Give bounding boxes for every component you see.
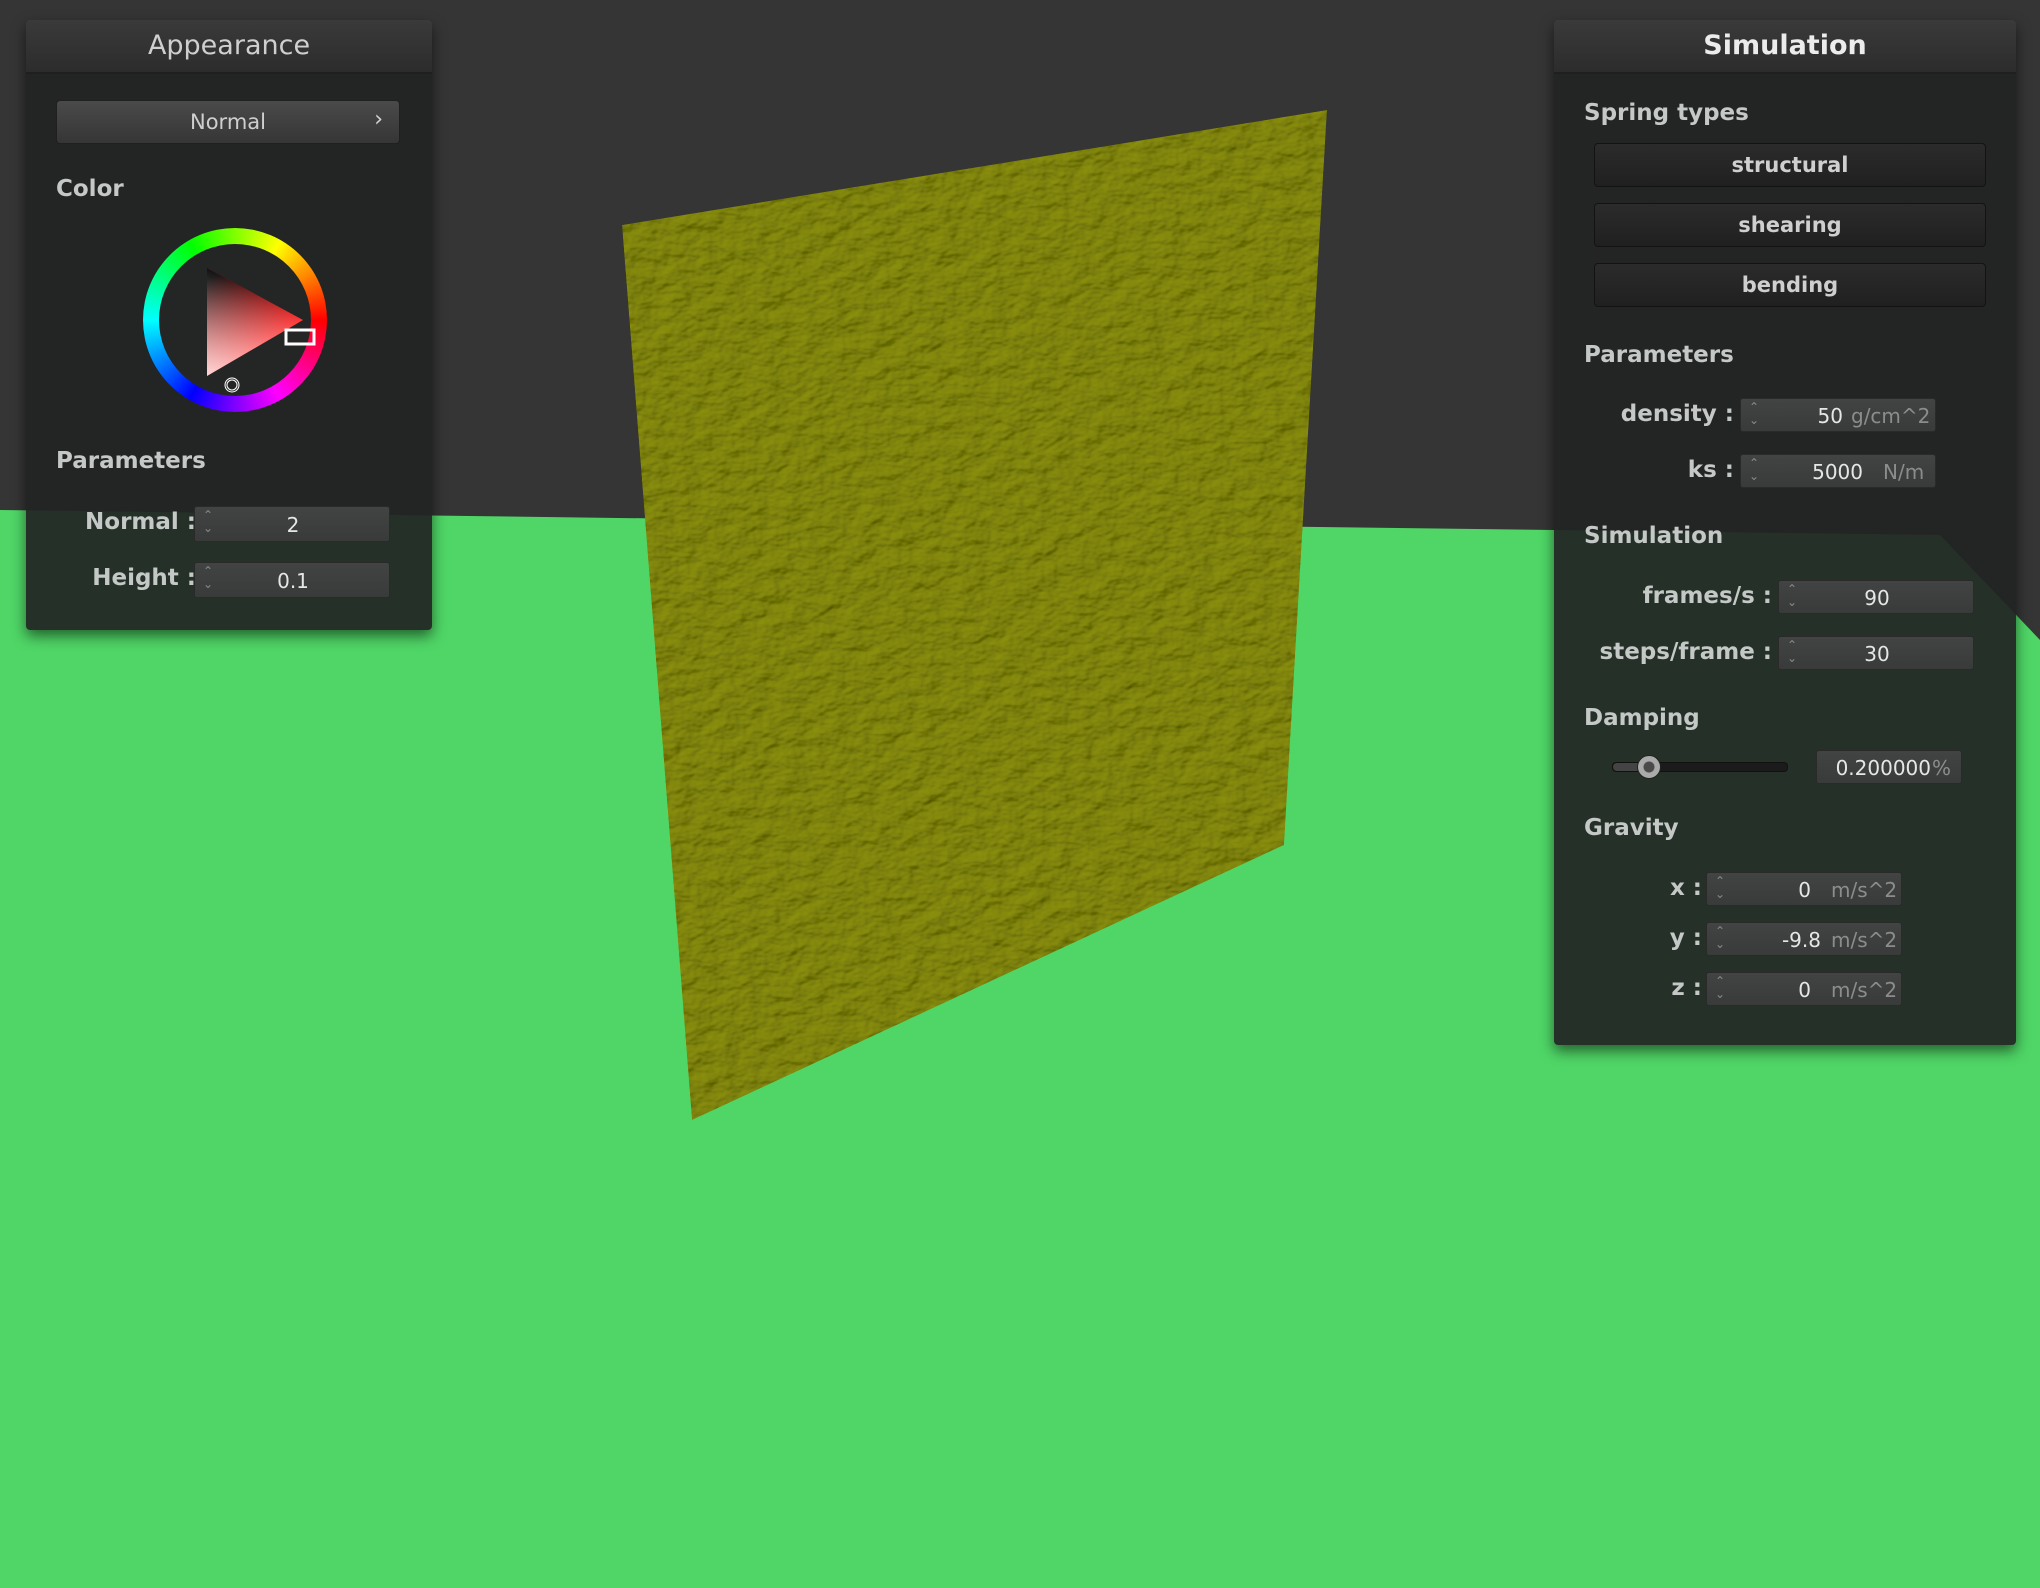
bending-spring-button[interactable]: bending (1594, 263, 1986, 307)
shearing-spring-label: shearing (1738, 213, 1842, 237)
height-input[interactable]: ⌃ ⌄ 0.1 (194, 562, 390, 598)
damping-value: 0.200000 (1835, 756, 1931, 780)
structural-spring-label: structural (1731, 153, 1849, 177)
steps-per-frame-input[interactable]: ⌃ ⌄ 30 (1778, 636, 1974, 670)
spring-types-title: Spring types (1584, 100, 1749, 126)
simulation-section-title: Simulation (1584, 523, 1724, 549)
gravity-x-unit: m/s^2 (1831, 878, 1898, 902)
steps-per-frame-label: steps/frame : (1599, 639, 1772, 665)
appearance-panel-title: Appearance (26, 20, 432, 74)
ks-label: ks : (1687, 457, 1734, 483)
ks-input[interactable]: ⌃ ⌄ 5000 N/m (1740, 454, 1936, 488)
ks-unit: N/m (1883, 460, 1925, 484)
spinner-arrows-icon[interactable]: ⌃ ⌄ (1749, 401, 1759, 427)
shearing-spring-button[interactable]: shearing (1594, 203, 1986, 247)
gravity-y-input[interactable]: ⌃ ⌄ -9.8 m/s^2 (1706, 922, 1902, 956)
gravity-z-label: z : (1671, 975, 1702, 1001)
appearance-parameters-title: Parameters (56, 448, 206, 474)
simulation-panel: Simulation Spring types structural shear… (1554, 20, 2016, 1045)
color-triangle[interactable] (143, 228, 327, 412)
gravity-section-title: Gravity (1584, 815, 1679, 841)
structural-spring-button[interactable]: structural (1594, 143, 1986, 187)
spinner-arrows-icon[interactable]: ⌃ ⌄ (1715, 875, 1725, 901)
gravity-z-input[interactable]: ⌃ ⌄ 0 m/s^2 (1706, 972, 1902, 1006)
chevron-right-icon: › (374, 107, 383, 132)
gravity-x-value: 0 (1798, 878, 1811, 902)
simulation-parameters-title: Parameters (1584, 342, 1734, 368)
normal-value: 2 (286, 513, 300, 537)
shading-mode-button[interactable]: Normal › (56, 100, 400, 144)
spinner-arrows-icon[interactable]: ⌃ ⌄ (1715, 975, 1725, 1001)
spinner-arrows-icon[interactable]: ⌃ ⌄ (1715, 925, 1725, 951)
normal-input[interactable]: ⌃ ⌄ 2 (194, 506, 390, 542)
frames-per-second-value: 90 (1864, 586, 1890, 610)
damping-slider[interactable] (1612, 755, 1788, 779)
density-unit: g/cm^2 (1851, 404, 1931, 428)
damping-section-title: Damping (1584, 705, 1700, 731)
damping-unit: % (1931, 756, 1951, 780)
damping-slider-handle[interactable] (1637, 755, 1662, 779)
gravity-z-unit: m/s^2 (1831, 978, 1898, 1002)
shading-mode-label: Normal (190, 110, 266, 134)
bending-spring-label: bending (1741, 273, 1839, 297)
gravity-x-input[interactable]: ⌃ ⌄ 0 m/s^2 (1706, 872, 1902, 906)
gravity-y-value: -9.8 (1781, 928, 1821, 952)
color-wheel[interactable] (143, 228, 327, 412)
gravity-y-label: y : (1669, 925, 1702, 951)
appearance-panel: Appearance Normal › Color Parameters Nor… (26, 20, 432, 630)
color-section-title: Color (56, 176, 124, 202)
ks-value: 5000 (1812, 460, 1863, 484)
height-value: 0.1 (277, 569, 309, 593)
normal-label: Normal : (85, 509, 196, 535)
damping-input[interactable]: 0.200000 % (1816, 750, 1962, 784)
frames-per-second-input[interactable]: ⌃ ⌄ 90 (1778, 580, 1974, 614)
height-label: Height : (92, 565, 196, 591)
density-label: density : (1620, 401, 1734, 427)
steps-per-frame-value: 30 (1864, 642, 1890, 666)
frames-per-second-label: frames/s : (1642, 583, 1772, 609)
gravity-y-unit: m/s^2 (1831, 928, 1898, 952)
density-value: 50 (1817, 404, 1843, 428)
gravity-z-value: 0 (1798, 978, 1811, 1002)
spinner-arrows-icon[interactable]: ⌃ ⌄ (1749, 457, 1759, 483)
density-input[interactable]: ⌃ ⌄ 50 g/cm^2 (1740, 398, 1936, 432)
gravity-x-label: x : (1669, 875, 1702, 901)
simulation-panel-title: Simulation (1554, 20, 2016, 74)
hue-selector-handle[interactable] (284, 328, 316, 346)
